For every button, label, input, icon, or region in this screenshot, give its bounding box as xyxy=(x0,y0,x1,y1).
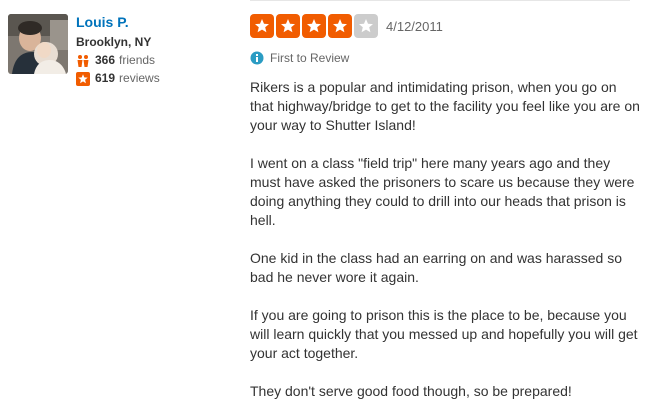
review-paragraph: Rikers is a popular and intimidating pri… xyxy=(250,79,640,133)
review-star-icon xyxy=(76,71,90,86)
review-paragraph: One kid in the class had an earring on a… xyxy=(250,250,623,285)
user-info: Louis P. Brooklyn, NY 366 friends 619 re… xyxy=(76,14,236,86)
badge-label: First to Review xyxy=(270,51,350,65)
star-icon xyxy=(354,14,378,38)
review-paragraph: If you are going to prison this is the p… xyxy=(250,307,638,361)
friends-icon xyxy=(76,54,90,68)
reviews-label: reviews xyxy=(119,71,160,85)
friends-stat: 366 friends xyxy=(76,53,236,68)
first-to-review-badge: First to Review xyxy=(250,50,640,66)
review-content: 4/12/2011 First to Review Rikers is a po… xyxy=(250,14,640,404)
review-paragraph: I went on a class "field trip" here many… xyxy=(250,155,635,228)
first-to-review-icon xyxy=(250,51,264,65)
avatar[interactable] xyxy=(8,14,68,74)
star-icon xyxy=(250,14,274,38)
reviews-count: 619 xyxy=(95,71,116,85)
user-name-link[interactable]: Louis P. xyxy=(76,14,236,33)
review-paragraph: They don't serve good food though, so be… xyxy=(250,383,572,399)
friends-count: 366 xyxy=(95,53,116,67)
reviews-stat: 619 reviews xyxy=(76,71,236,86)
star-icon xyxy=(302,14,326,38)
avatar-photo xyxy=(8,14,68,74)
star-icon xyxy=(276,14,300,38)
star-rating xyxy=(250,14,378,38)
rating-row: 4/12/2011 xyxy=(250,14,640,38)
review-text: Rikers is a popular and intimidating pri… xyxy=(250,78,640,401)
divider xyxy=(250,0,630,1)
star-icon xyxy=(328,14,352,38)
review-item: Louis P. Brooklyn, NY 366 friends 619 re… xyxy=(0,0,650,404)
review-date: 4/12/2011 xyxy=(386,18,443,34)
friends-label: friends xyxy=(119,53,156,67)
user-location: Brooklyn, NY xyxy=(76,35,152,49)
